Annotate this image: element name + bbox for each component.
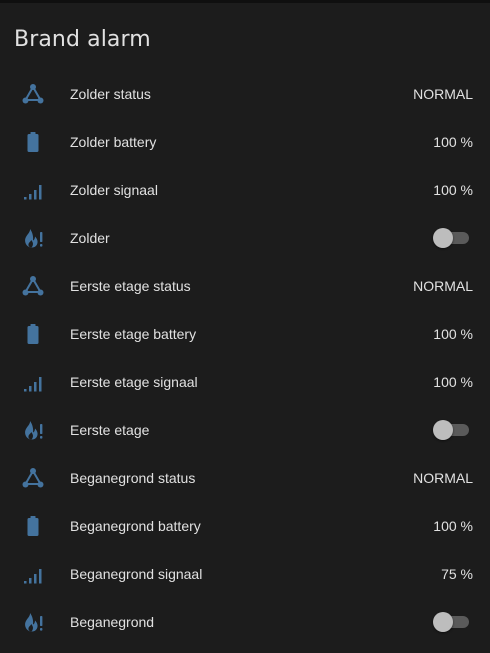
toggle-knob <box>433 228 453 248</box>
signal-icon <box>20 177 46 203</box>
toggle-knob <box>433 420 453 440</box>
entity-state: 100 % <box>433 326 473 342</box>
fire-alert-icon <box>20 417 46 443</box>
toggle-switch[interactable] <box>433 228 469 248</box>
entity-list: Zolder status NORMAL Zolder battery 100 … <box>0 70 490 646</box>
entity-row-beganegrond[interactable]: Beganegrond <box>0 598 490 646</box>
network-status-icon <box>20 81 46 107</box>
battery-icon <box>20 513 46 539</box>
fire-alert-icon <box>20 609 46 635</box>
entity-row-zolder[interactable]: Zolder <box>0 214 490 262</box>
battery-icon <box>20 129 46 155</box>
entity-label: Eerste etage status <box>70 278 191 294</box>
entity-label: Eerste etage signaal <box>70 374 198 390</box>
entity-row-beganegrond-signaal[interactable]: Beganegrond signaal 75 % <box>0 550 490 598</box>
entity-row-eerste-etage-battery[interactable]: Eerste etage battery 100 % <box>0 310 490 358</box>
entity-state: 100 % <box>433 518 473 534</box>
entity-label: Beganegrond <box>70 614 155 630</box>
entity-state: NORMAL <box>413 86 473 102</box>
fire-alert-icon <box>20 225 46 251</box>
entity-label: Zolder status <box>70 86 151 102</box>
entities-card: Brand alarm Zolder status NORMAL Zolder … <box>0 0 490 653</box>
card-title: Brand alarm <box>14 27 151 52</box>
network-status-icon <box>20 465 46 491</box>
battery-icon <box>20 321 46 347</box>
signal-icon <box>20 561 46 587</box>
toggle-switch[interactable] <box>433 420 469 440</box>
entity-row-zolder-status[interactable]: Zolder status NORMAL <box>0 70 490 118</box>
entity-state: NORMAL <box>413 470 473 486</box>
entity-row-zolder-signaal[interactable]: Zolder signaal 100 % <box>0 166 490 214</box>
entity-state: 100 % <box>433 182 473 198</box>
entity-row-beganegrond-battery[interactable]: Beganegrond battery 100 % <box>0 502 490 550</box>
entity-state: 100 % <box>433 374 473 390</box>
entity-row-eerste-etage-signaal[interactable]: Eerste etage signaal 100 % <box>0 358 490 406</box>
entity-label: Beganegrond battery <box>70 518 201 534</box>
entity-state: NORMAL <box>413 278 473 294</box>
entity-label: Zolder <box>70 230 110 246</box>
entity-label: Zolder battery <box>70 134 157 150</box>
entity-row-beganegrond-status[interactable]: Beganegrond status NORMAL <box>0 454 490 502</box>
entity-label: Eerste etage battery <box>70 326 197 342</box>
entity-state: 100 % <box>433 134 473 150</box>
signal-icon <box>20 369 46 395</box>
toggle-knob <box>433 612 453 632</box>
entity-state: 75 % <box>441 566 473 582</box>
entity-row-zolder-battery[interactable]: Zolder battery 100 % <box>0 118 490 166</box>
entity-label: Beganegrond status <box>70 470 196 486</box>
toggle-switch[interactable] <box>433 612 469 632</box>
entity-row-eerste-etage[interactable]: Eerste etage <box>0 406 490 454</box>
entity-label: Zolder signaal <box>70 182 158 198</box>
network-status-icon <box>20 273 46 299</box>
entity-label: Beganegrond signaal <box>70 566 203 582</box>
entity-label: Eerste etage <box>70 422 150 438</box>
entity-row-eerste-etage-status[interactable]: Eerste etage status NORMAL <box>0 262 490 310</box>
